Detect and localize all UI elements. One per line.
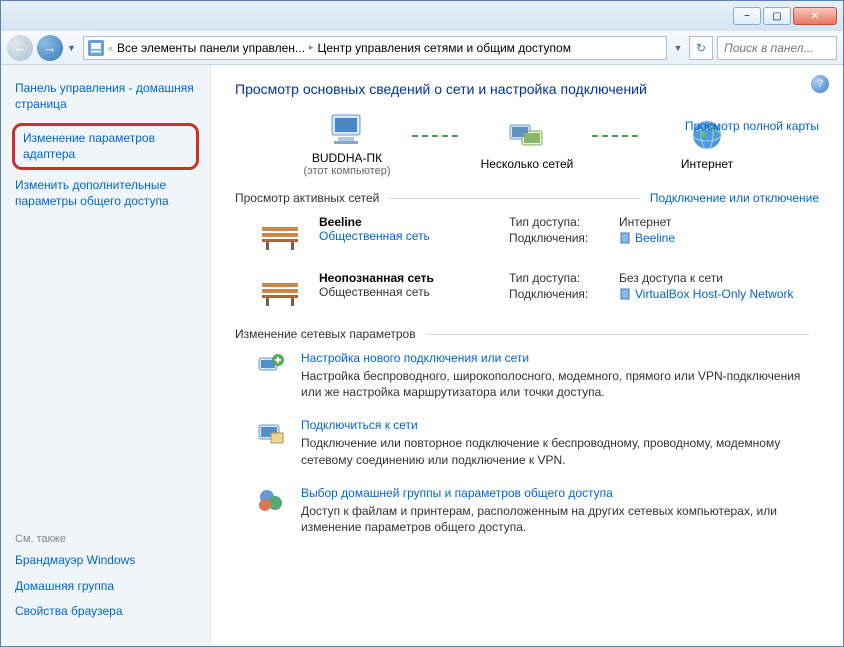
active-networks-label: Просмотр активных сетей <box>235 191 379 205</box>
map-internet-label: Интернет <box>681 157 733 171</box>
close-button[interactable]: ✕ <box>793 7 837 25</box>
connection-link[interactable]: VirtualBox Host-Only Network <box>619 287 794 301</box>
setting-row: Выбор домашней группы и параметров общег… <box>235 486 819 535</box>
control-panel-home-link[interactable]: Панель управления - домашняя страница <box>15 81 196 112</box>
refresh-button[interactable]: ↻ <box>689 36 713 60</box>
connect-to-network-link[interactable]: Подключиться к сети <box>301 418 819 432</box>
connections-label: Подключения: <box>509 287 619 301</box>
multiple-networks-icon <box>506 117 548 153</box>
access-type-value: Без доступа к сети <box>619 271 723 285</box>
setting-desc: Подключение или повторное подключение к … <box>301 435 819 467</box>
homegroup-sharing-icon <box>255 486 287 514</box>
minimize-button[interactable]: − <box>733 7 761 25</box>
network-type-link[interactable]: Общественная сеть <box>319 229 509 243</box>
network-name: Beeline <box>319 215 509 229</box>
homegroup-sharing-link[interactable]: Выбор домашней группы и параметров общег… <box>301 486 819 500</box>
nav-back-button[interactable]: ← <box>7 35 33 61</box>
connections-label: Подключения: <box>509 231 619 245</box>
adapter-settings-link[interactable]: Изменение параметров адаптера <box>12 123 199 170</box>
help-icon[interactable]: ? <box>811 75 829 93</box>
content: ? Просмотр основных сведений о сети и на… <box>211 65 843 646</box>
navbar: ← → ▼ « Все элементы панели управлен... … <box>1 31 843 65</box>
nav-forward-button[interactable]: → <box>37 35 63 61</box>
browser-properties-link[interactable]: Свойства браузера <box>15 604 196 620</box>
breadcrumb-sep-icon: ▸ <box>307 42 316 53</box>
active-networks-header: Просмотр активных сетей Подключение или … <box>235 191 819 205</box>
map-networks-label: Несколько сетей <box>481 157 574 171</box>
map-connection-line <box>592 135 642 137</box>
breadcrumb-overflow-icon[interactable]: « <box>106 43 115 53</box>
map-networks: Несколько сетей <box>462 117 592 171</box>
connect-network-icon <box>255 418 287 446</box>
maximize-button[interactable]: ▢ <box>763 7 791 25</box>
sidebar: Панель управления - домашняя страница Из… <box>1 65 211 646</box>
access-type-label: Тип доступа: <box>509 215 619 229</box>
nav-history-dropdown[interactable]: ▼ <box>67 43 79 53</box>
homegroup-link[interactable]: Домашняя группа <box>15 579 196 595</box>
advanced-sharing-link[interactable]: Изменить дополнительные параметры общего… <box>15 178 196 209</box>
map-this-pc: BUDDHA-ПК (этот компьютер) <box>282 111 412 177</box>
adapter-icon <box>619 287 631 301</box>
access-type-label: Тип доступа: <box>509 271 619 285</box>
window: − ▢ ✕ ← → ▼ « Все элементы панели управл… <box>0 0 844 647</box>
connection-link[interactable]: Beeline <box>619 231 675 245</box>
search-input[interactable] <box>717 36 837 60</box>
breadcrumb-item[interactable]: Центр управления сетями и общим доступом <box>317 41 571 55</box>
map-pc-name: BUDDHA-ПК <box>312 151 382 165</box>
computer-icon <box>326 111 368 147</box>
main-area: Панель управления - домашняя страница Из… <box>1 65 843 646</box>
setting-row: Подключиться к сети Подключение или повт… <box>235 418 819 467</box>
adapter-icon <box>619 231 631 245</box>
breadcrumb-dropdown[interactable]: ▼ <box>671 43 685 53</box>
access-type-value: Интернет <box>619 215 671 229</box>
setup-new-connection-link[interactable]: Настройка нового подключения или сети <box>301 351 819 365</box>
change-settings-header: Изменение сетевых параметров <box>235 327 819 341</box>
breadcrumb-item[interactable]: Все элементы панели управлен... <box>117 41 305 55</box>
network-row: Неопознанная сеть Общественная сеть Тип … <box>235 271 819 311</box>
settings-section: Настройка нового подключения или сети На… <box>235 351 819 535</box>
change-settings-label: Изменение сетевых параметров <box>235 327 416 341</box>
control-panel-icon <box>88 40 104 56</box>
map-connection-line <box>412 135 462 137</box>
firewall-link[interactable]: Брандмауэр Windows <box>15 553 196 569</box>
new-connection-icon <box>255 351 287 379</box>
network-row: Beeline Общественная сеть Тип доступа: И… <box>235 215 819 255</box>
page-title: Просмотр основных сведений о сети и наст… <box>235 81 819 97</box>
network-name: Неопознанная сеть <box>319 271 509 285</box>
see-also-label: См. также <box>15 533 196 545</box>
network-type: Общественная сеть <box>319 285 509 299</box>
setting-row: Настройка нового подключения или сети На… <box>235 351 819 400</box>
park-bench-icon <box>255 215 305 255</box>
setting-desc: Доступ к файлам и принтерам, расположенн… <box>301 503 819 535</box>
breadcrumb[interactable]: « Все элементы панели управлен... ▸ Цент… <box>83 36 667 60</box>
titlebar: − ▢ ✕ <box>1 1 843 31</box>
park-bench-icon <box>255 271 305 311</box>
map-pc-sub: (этот компьютер) <box>303 165 390 177</box>
setting-desc: Настройка беспроводного, широкополосного… <box>301 368 819 400</box>
view-full-map-link[interactable]: Просмотр полной карты <box>685 119 819 133</box>
network-map: BUDDHA-ПК (этот компьютер) Несколько сет… <box>235 111 819 177</box>
connect-disconnect-link[interactable]: Подключение или отключение <box>650 191 819 205</box>
